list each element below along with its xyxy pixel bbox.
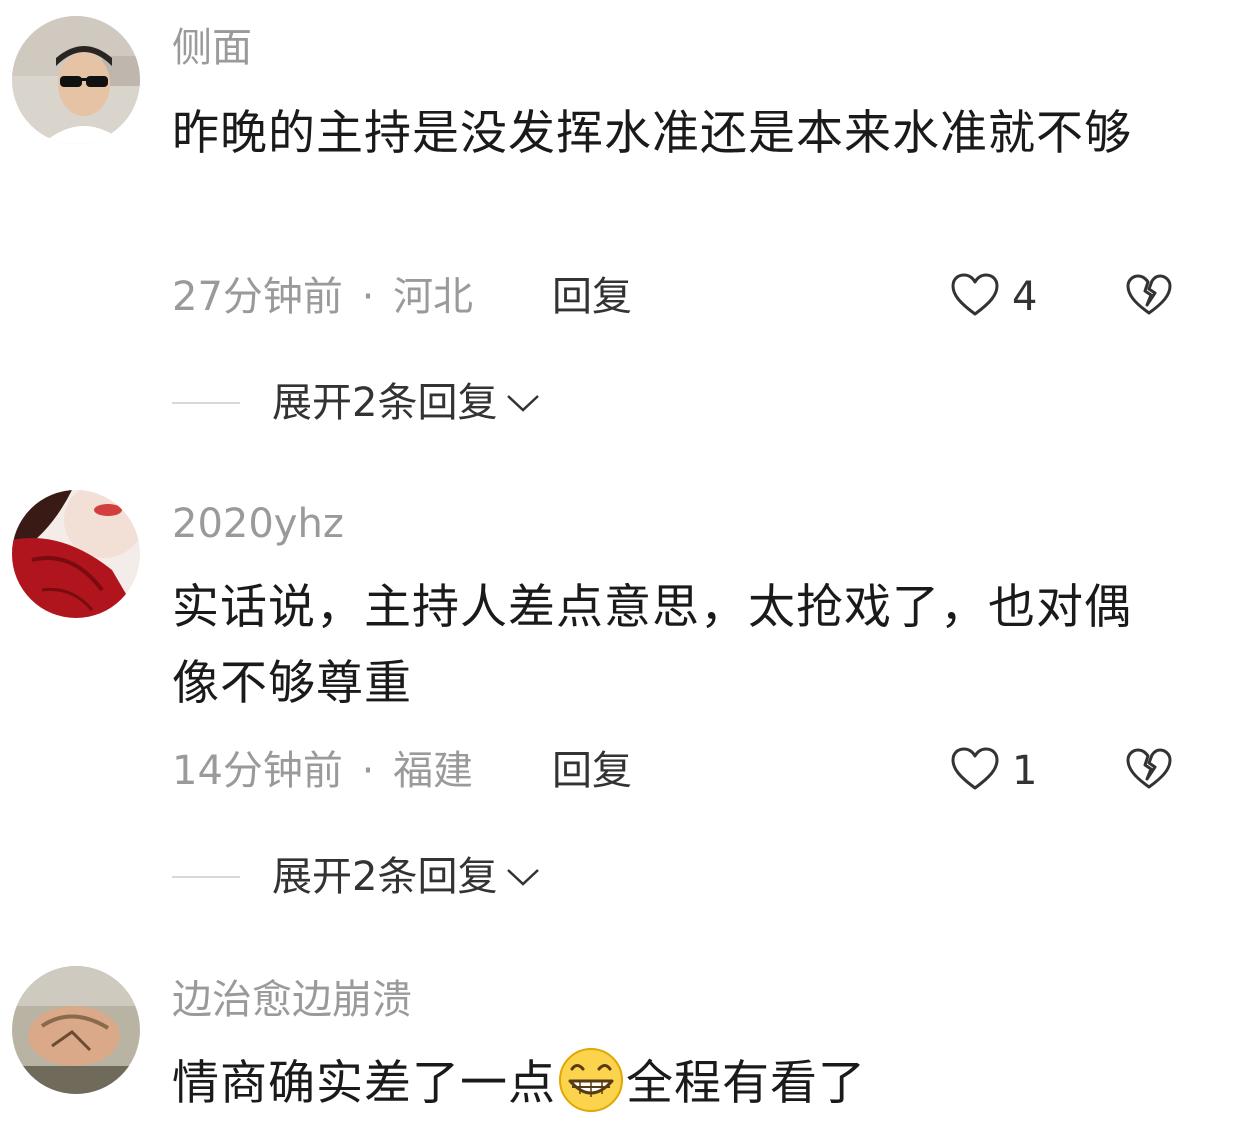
- comment-text: 实话说，主持人差点意思，太抢戏了，也对偶像不够尊重: [172, 580, 1132, 711]
- username[interactable]: 2020yhz: [172, 500, 344, 548]
- heart-icon: [950, 272, 1000, 322]
- comment-location: 河北: [393, 274, 474, 320]
- comment-meta: 27分钟前 · 河北: [172, 272, 473, 322]
- comment-text-part: 全程有看了: [626, 1056, 866, 1111]
- like-button[interactable]: 4: [950, 272, 1037, 322]
- reply-button[interactable]: 回复: [552, 746, 632, 796]
- like-button[interactable]: 1: [950, 746, 1037, 796]
- reply-button[interactable]: 回复: [552, 272, 632, 322]
- comment-location: 福建: [393, 748, 474, 794]
- username[interactable]: 侧面: [172, 24, 252, 72]
- like-count: 1: [1012, 748, 1038, 794]
- divider-line: [172, 876, 240, 878]
- comment-time: 14分钟前: [172, 748, 343, 794]
- avatar[interactable]: [12, 16, 140, 144]
- chevron-down-icon: [505, 866, 541, 888]
- dislike-button[interactable]: [1125, 272, 1173, 322]
- expand-replies-button[interactable]: 展开2条回复: [172, 378, 541, 428]
- like-count: 4: [1012, 274, 1038, 320]
- divider-line: [172, 402, 240, 404]
- meta-separator: ·: [361, 274, 375, 320]
- chevron-down-icon: [505, 392, 541, 414]
- meta-separator: ·: [361, 748, 375, 794]
- username[interactable]: 边治愈边崩溃: [172, 976, 412, 1024]
- grinning-face-emoji: [559, 1048, 623, 1112]
- avatar[interactable]: [12, 966, 140, 1094]
- comment-time: 27分钟前: [172, 274, 343, 320]
- heart-icon: [950, 746, 1000, 796]
- expand-replies-button[interactable]: 展开2条回复: [172, 852, 541, 902]
- comment-text: 昨晚的主持是没发挥水准还是本来水准就不够: [172, 106, 1132, 161]
- avatar[interactable]: [12, 490, 140, 618]
- expand-replies-label: 展开2条回复: [272, 380, 498, 426]
- broken-heart-icon: [1125, 747, 1173, 795]
- comment-text-part: 情商确实差了一点: [172, 1056, 556, 1111]
- comment-text: 情商确实差了一点 全程有看了: [172, 1046, 1172, 1122]
- broken-heart-icon: [1125, 273, 1173, 321]
- expand-replies-label: 展开2条回复: [272, 854, 498, 900]
- dislike-button[interactable]: [1125, 746, 1173, 796]
- comment-meta: 14分钟前 · 福建: [172, 746, 473, 796]
